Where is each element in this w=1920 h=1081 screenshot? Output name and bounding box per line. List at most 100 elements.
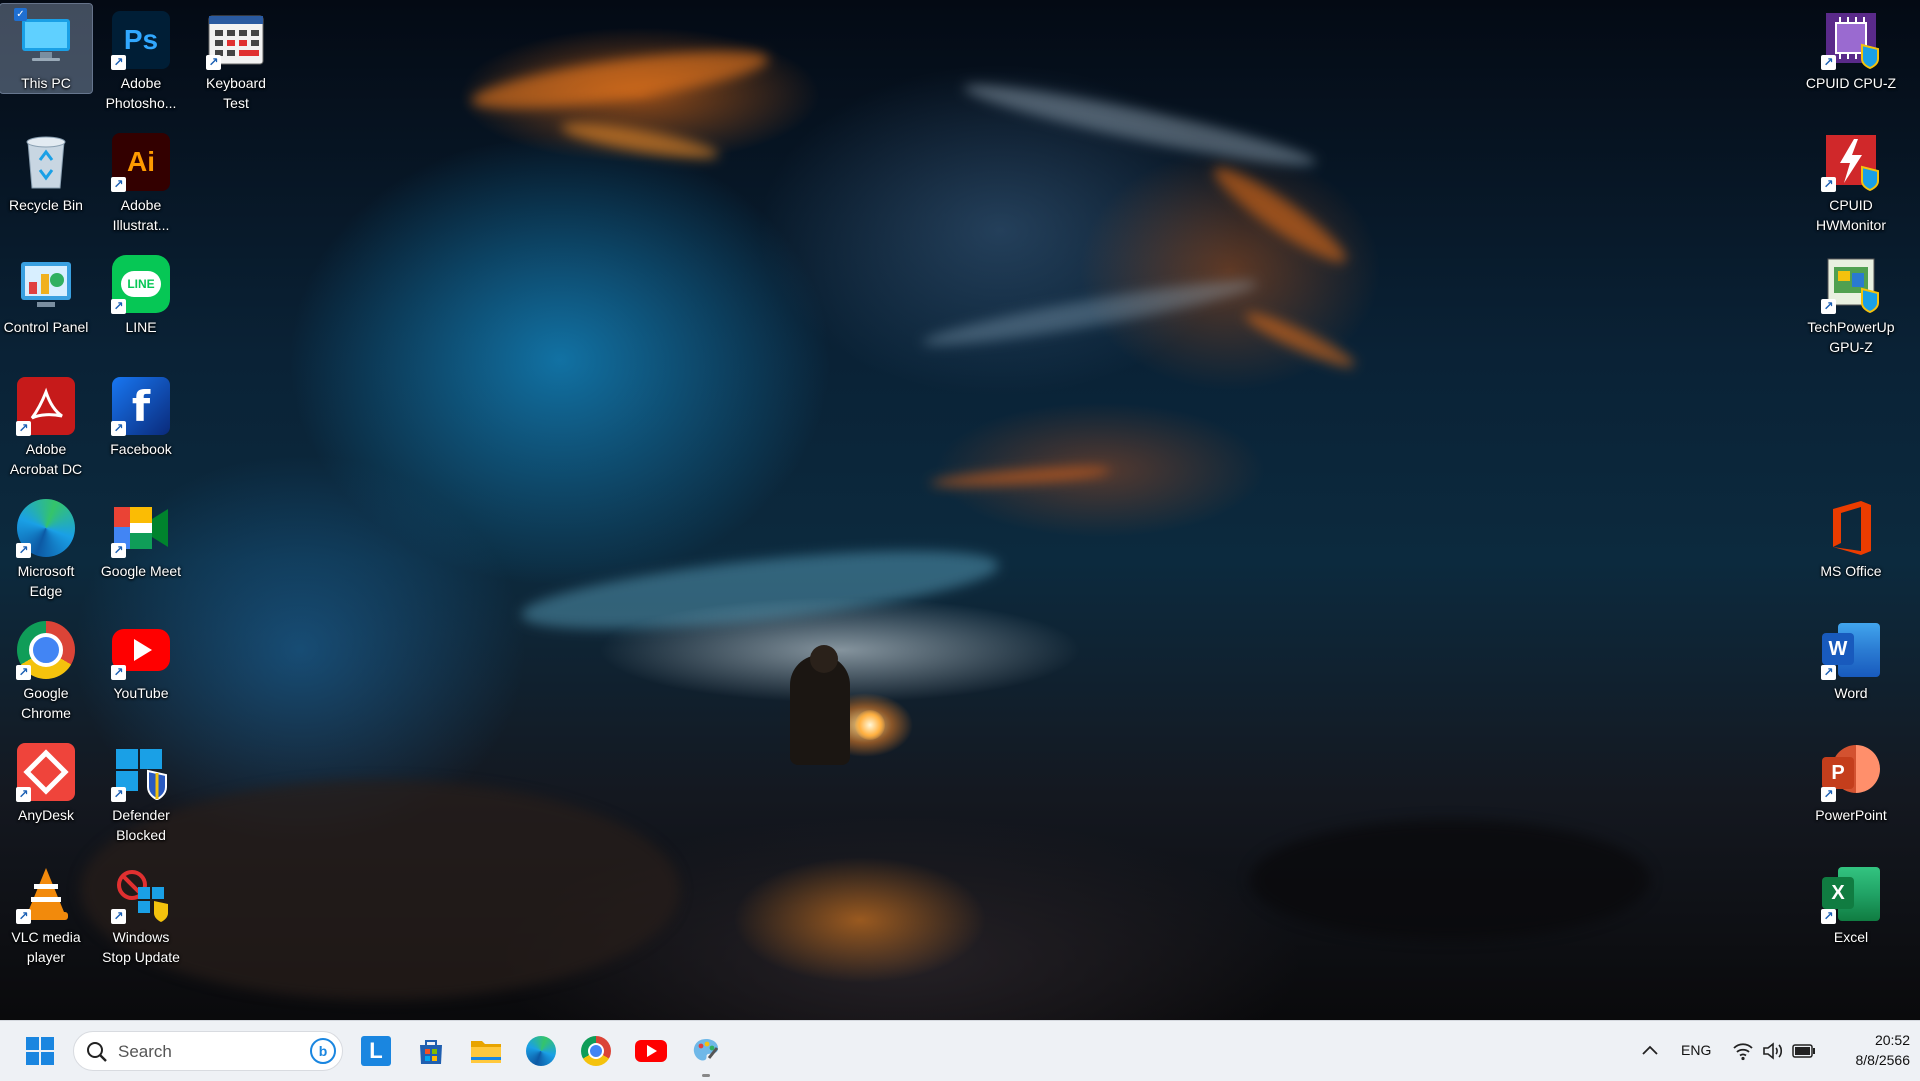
google-meet-icon: ↗ <box>111 498 171 558</box>
desktop-icon-label: Keyboard Test <box>206 75 266 111</box>
desktop-icon-photoshop[interactable]: Ps ↗ Adobe Photosho... <box>95 4 187 113</box>
battery-icon <box>1792 1044 1815 1058</box>
desktop-icon-control-panel[interactable]: Control Panel <box>0 248 92 337</box>
start-icon <box>26 1037 54 1065</box>
youtube-icon <box>635 1040 667 1062</box>
desktop-icon-label: Recycle Bin <box>9 197 83 213</box>
desktop-icon-label: AnyDesk <box>17 807 75 823</box>
microsoft-store-icon <box>420 1040 442 1064</box>
desktop-icon-excel[interactable]: X ↗ Excel <box>1805 858 1897 947</box>
powerpoint-icon: P ↗ <box>1821 742 1881 802</box>
desktop-icon-hwmonitor[interactable]: ↗ CPUID HWMonitor <box>1805 126 1897 235</box>
illustrator-icon: Ai ↗ <box>111 132 171 192</box>
desktop-icon-adobe-acrobat[interactable]: ↗ Adobe Acrobat DC <box>0 370 92 479</box>
desktop-icon-cpu-z[interactable]: ↗ CPUID CPU-Z <box>1805 4 1897 93</box>
desktop-icon-anydesk[interactable]: ↗ AnyDesk <box>0 736 92 825</box>
input-language-indicator[interactable]: ENG <box>1681 1042 1711 1058</box>
taskbar-microsoft-store[interactable] <box>411 1031 451 1071</box>
hwmonitor-icon: ↗ <box>1821 132 1881 192</box>
desktop-icon-line[interactable]: LINE ↗ LINE <box>95 248 187 337</box>
defender-icon: ↗ <box>111 742 171 802</box>
desktop-icon-label: Excel <box>1833 929 1869 945</box>
desktop-icon-windows-stop-update[interactable]: ↗ Windows Stop Update <box>95 858 187 967</box>
anydesk-icon: ↗ <box>16 742 76 802</box>
desktop-icon-label: MS Office <box>1820 563 1882 579</box>
chrome-icon <box>581 1036 611 1066</box>
youtube-icon: ↗ <box>111 620 171 680</box>
quick-settings-button[interactable] <box>1730 1037 1818 1065</box>
search-placeholder: Search <box>118 1042 172 1061</box>
taskbar: Search b L ENG 20:52 8/8/2566 <box>0 1020 1920 1081</box>
control-panel-icon <box>16 254 76 314</box>
edge-icon <box>526 1036 556 1066</box>
taskbar-edge[interactable] <box>521 1031 561 1071</box>
desktop-icon-label: Adobe Photosho... <box>105 75 177 111</box>
lantern-glow <box>855 710 885 740</box>
desktop-icon-keyboard-test[interactable]: ↗ Keyboard Test <box>190 4 282 113</box>
volume-icon <box>1763 1042 1783 1060</box>
desktop-icon-label: Windows Stop Update <box>102 929 180 965</box>
desktop-icon-defender-blocked[interactable]: ↗ Defender Blocked <box>95 736 187 845</box>
file-explorer-icon <box>471 1041 501 1063</box>
desktop-icon-ms-office[interactable]: MS Office <box>1805 492 1897 581</box>
vlc-icon: ↗ <box>16 864 76 924</box>
excel-icon: X ↗ <box>1821 864 1881 924</box>
desktop-icon-microsoft-edge[interactable]: ↗ Microsoft Edge <box>0 492 92 601</box>
desktop-icon-label: Facebook <box>110 441 172 457</box>
desktop-icon-label: VLC media player <box>11 929 81 965</box>
adobe-acrobat-icon: ↗ <box>16 376 76 436</box>
taskbar-youtube[interactable] <box>631 1031 671 1071</box>
taskbar-line-app[interactable]: L <box>356 1031 396 1071</box>
keyboard-test-icon: ↗ <box>206 10 266 70</box>
desktop-icon-label: Adobe Acrobat DC <box>9 441 83 477</box>
gpu-z-icon: ↗ <box>1821 254 1881 314</box>
desktop-icon-word[interactable]: W ↗ Word <box>1805 614 1897 703</box>
chevron-up-icon <box>1642 1045 1658 1055</box>
desktop-icon-label: Control Panel <box>3 319 89 335</box>
desktop-icon-youtube[interactable]: ↗ YouTube <box>95 614 187 703</box>
this-pc-icon: ✓ <box>14 8 76 70</box>
running-indicator <box>702 1074 710 1077</box>
desktop-wallpaper <box>0 0 1920 1020</box>
taskbar-paint[interactable] <box>686 1031 726 1077</box>
desktop-icon-label: Adobe Illustrat... <box>112 197 170 233</box>
desktop-icon-google-chrome[interactable]: ↗ Google Chrome <box>0 614 92 723</box>
wifi-icon <box>1733 1043 1753 1061</box>
desktop-icon-label: Google Meet <box>100 563 182 579</box>
line-icon: LINE ↗ <box>111 254 171 314</box>
clock-time: 20:52 <box>1874 1032 1910 1048</box>
paint-icon <box>693 1039 719 1061</box>
recycle-bin-icon <box>16 132 76 192</box>
windows-stop-update-icon: ↗ <box>111 864 171 924</box>
cpu-z-icon: ↗ <box>1821 10 1881 70</box>
bing-icon[interactable]: b <box>310 1038 336 1064</box>
desktop-icon-label: Defender Blocked <box>112 807 170 843</box>
desktop-icon-label: Word <box>1834 685 1868 701</box>
desktop-icon-label: CPUID CPU-Z <box>1805 75 1897 91</box>
desktop-icon-facebook[interactable]: f ↗ Facebook <box>95 370 187 459</box>
desktop-icon-label: LINE <box>125 319 157 335</box>
taskbar-search-box[interactable]: Search b <box>73 1031 343 1071</box>
word-icon: W ↗ <box>1821 620 1881 680</box>
desktop-icon-label: This PC <box>21 75 71 91</box>
clock[interactable]: 20:52 8/8/2566 <box>1822 1030 1911 1072</box>
desktop-icon-label: Microsoft Edge <box>17 563 75 599</box>
desktop-icon-gpu-z[interactable]: ↗ TechPowerUp GPU-Z <box>1805 248 1897 357</box>
edge-icon: ↗ <box>16 498 76 558</box>
desktop-icon-recycle-bin[interactable]: Recycle Bin <box>0 126 92 215</box>
clock-date: 8/8/2566 <box>1855 1052 1911 1068</box>
desktop-icon-google-meet[interactable]: ↗ Google Meet <box>95 492 187 581</box>
desktop-icon-label: Google Chrome <box>21 685 71 721</box>
show-hidden-icons-button[interactable] <box>1638 1039 1662 1063</box>
photoshop-icon: Ps ↗ <box>111 10 171 70</box>
taskbar-file-explorer[interactable] <box>466 1031 506 1071</box>
desktop-icon-powerpoint[interactable]: P ↗ PowerPoint <box>1805 736 1897 825</box>
desktop-icon-vlc[interactable]: ↗ VLC media player <box>0 858 92 967</box>
desktop-icon-this-pc[interactable]: ✓ This PC <box>0 3 93 94</box>
desktop-icon-label: PowerPoint <box>1815 807 1887 823</box>
desktop-icon-label: YouTube <box>113 685 169 701</box>
desktop-icon-illustrator[interactable]: Ai ↗ Adobe Illustrat... <box>95 126 187 235</box>
search-icon <box>87 1042 107 1062</box>
taskbar-chrome[interactable] <box>576 1031 616 1071</box>
start-button[interactable] <box>20 1031 60 1071</box>
